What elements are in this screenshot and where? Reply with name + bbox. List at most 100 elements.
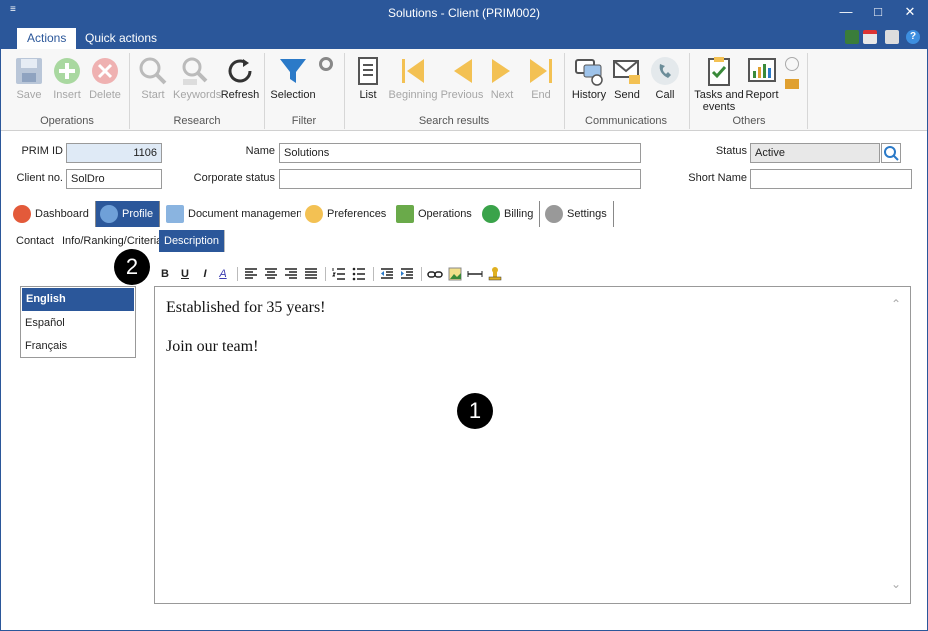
description-editor[interactable]: Established for 35 years! Join our team!… bbox=[154, 286, 911, 604]
help-icon[interactable]: ? bbox=[906, 30, 920, 44]
call-icon bbox=[651, 57, 679, 85]
beginning-button[interactable]: Beginning bbox=[387, 55, 439, 101]
calendar-icon[interactable] bbox=[863, 30, 877, 44]
client-header: PRIM ID 1106 Name Solutions Status Activ… bbox=[3, 133, 925, 199]
send-label: Send bbox=[614, 89, 640, 101]
call-button[interactable]: Call bbox=[643, 55, 687, 101]
tab-label: Preferences bbox=[327, 208, 387, 220]
tab-actions[interactable]: Actions bbox=[17, 28, 77, 49]
prim-id-field: 1106 bbox=[66, 143, 162, 163]
name-field[interactable]: Solutions bbox=[279, 143, 641, 163]
status-field[interactable]: Active bbox=[750, 143, 880, 163]
align-left-icon[interactable] bbox=[243, 265, 259, 283]
image-icon[interactable] bbox=[447, 265, 463, 283]
next-icon bbox=[492, 59, 510, 83]
group-communications: Communications bbox=[585, 115, 667, 127]
inbox-icon[interactable] bbox=[785, 79, 799, 89]
bold-button[interactable]: B bbox=[157, 265, 173, 283]
tab-quick-actions[interactable]: Quick actions bbox=[75, 28, 167, 49]
font-color-button[interactable]: A bbox=[215, 265, 231, 283]
toolbar-separator bbox=[325, 267, 326, 281]
link-icon[interactable] bbox=[427, 265, 443, 283]
bullet-list-icon[interactable] bbox=[351, 265, 367, 283]
group-operations: Operations bbox=[40, 115, 94, 127]
tab-dashboard[interactable]: Dashboard bbox=[9, 201, 96, 227]
language-espanol[interactable]: Español bbox=[21, 312, 135, 335]
ribbon-separator bbox=[689, 53, 690, 129]
filter-settings-icon[interactable] bbox=[319, 57, 333, 71]
ribbon: Save Insert Delete Start Keywords Refres… bbox=[1, 49, 927, 131]
selection-button[interactable]: Selection bbox=[267, 55, 319, 101]
tab-profile[interactable]: Profile bbox=[96, 201, 161, 227]
report-button[interactable]: Report bbox=[740, 55, 784, 101]
group-search-results: Search results bbox=[418, 115, 490, 127]
call-label: Call bbox=[655, 89, 675, 101]
client-no-field[interactable]: SolDro bbox=[66, 169, 162, 189]
insert-label: Insert bbox=[53, 89, 81, 101]
underline-button[interactable]: U bbox=[177, 265, 193, 283]
end-button[interactable]: End bbox=[519, 55, 563, 101]
align-center-icon[interactable] bbox=[263, 265, 279, 283]
language-english[interactable]: English bbox=[22, 288, 134, 311]
delete-icon bbox=[92, 58, 118, 84]
tab-label: Settings bbox=[567, 208, 607, 220]
history-label: History bbox=[571, 89, 607, 101]
subtab-description[interactable]: Description bbox=[159, 230, 226, 252]
list-button[interactable]: List bbox=[346, 55, 390, 101]
toolbar-separator bbox=[373, 267, 374, 281]
numbered-list-icon[interactable] bbox=[331, 265, 347, 283]
corporate-status-field[interactable] bbox=[279, 169, 641, 189]
first-icon bbox=[402, 59, 424, 83]
search-icon bbox=[884, 146, 899, 161]
scroll-down-icon[interactable]: ⌄ bbox=[891, 577, 901, 591]
clock-icon[interactable] bbox=[785, 57, 799, 71]
ribbon-separator bbox=[129, 53, 130, 129]
name-label: Name bbox=[245, 145, 275, 157]
stamp-icon[interactable] bbox=[487, 265, 503, 283]
dashboard-icon bbox=[13, 205, 31, 224]
minimize-button[interactable]: — bbox=[831, 3, 861, 21]
maximize-button[interactable]: □ bbox=[863, 3, 893, 21]
close-button[interactable]: ✕ bbox=[895, 3, 925, 21]
selection-label: Selection bbox=[270, 89, 316, 101]
outdent-icon[interactable] bbox=[379, 265, 395, 283]
scroll-up-icon[interactable]: ⌃ bbox=[891, 297, 901, 311]
indent-icon[interactable] bbox=[399, 265, 415, 283]
editor-line: Established for 35 years! bbox=[166, 299, 326, 316]
justify-icon[interactable] bbox=[303, 265, 319, 283]
refresh-button[interactable]: Refresh bbox=[218, 55, 262, 101]
report-icon bbox=[748, 58, 776, 82]
tasks-and-events-button[interactable]: Tasks and events bbox=[693, 55, 745, 113]
toolbar-separator bbox=[421, 267, 422, 281]
folder-icon bbox=[166, 205, 184, 224]
short-name-field[interactable] bbox=[750, 169, 912, 189]
gear-icon bbox=[545, 205, 563, 224]
previous-button[interactable]: Previous bbox=[440, 55, 484, 101]
start-button[interactable]: Start bbox=[131, 55, 175, 101]
ribbon-tab-bar: Actions Quick actions ? bbox=[1, 25, 927, 49]
keywords-button[interactable]: Keywords bbox=[173, 55, 221, 101]
subtab-info-ranking-criteria[interactable]: Info/Ranking/Criteria bbox=[57, 230, 169, 252]
calculator-icon[interactable] bbox=[845, 30, 859, 44]
window-title: Solutions - Client (PRIM002) bbox=[387, 6, 541, 20]
tab-document-management[interactable]: Document management bbox=[162, 201, 313, 227]
keywords-icon bbox=[182, 57, 208, 85]
client-window: ≡ Solutions - Client (PRIM002) — □ ✕ Act… bbox=[0, 0, 928, 631]
horizontal-rule-icon[interactable] bbox=[467, 265, 483, 283]
tab-operations[interactable]: Operations bbox=[392, 201, 479, 227]
delete-button[interactable]: Delete bbox=[83, 55, 127, 101]
next-button[interactable]: Next bbox=[480, 55, 524, 101]
tab-preferences[interactable]: Preferences bbox=[301, 201, 394, 227]
user-icon bbox=[100, 205, 118, 224]
italic-button[interactable]: I bbox=[197, 265, 213, 283]
align-right-icon[interactable] bbox=[283, 265, 299, 283]
tab-billing[interactable]: Billing bbox=[478, 201, 541, 227]
tab-settings[interactable]: Settings bbox=[541, 201, 614, 227]
language-francais[interactable]: Français bbox=[21, 335, 135, 358]
subtab-contact[interactable]: Contact bbox=[11, 230, 60, 252]
status-lookup-button[interactable] bbox=[881, 143, 901, 163]
save-icon bbox=[16, 58, 42, 84]
previous-icon bbox=[454, 59, 472, 83]
lock-icon[interactable] bbox=[885, 30, 899, 44]
tab-label: Billing bbox=[504, 208, 534, 220]
